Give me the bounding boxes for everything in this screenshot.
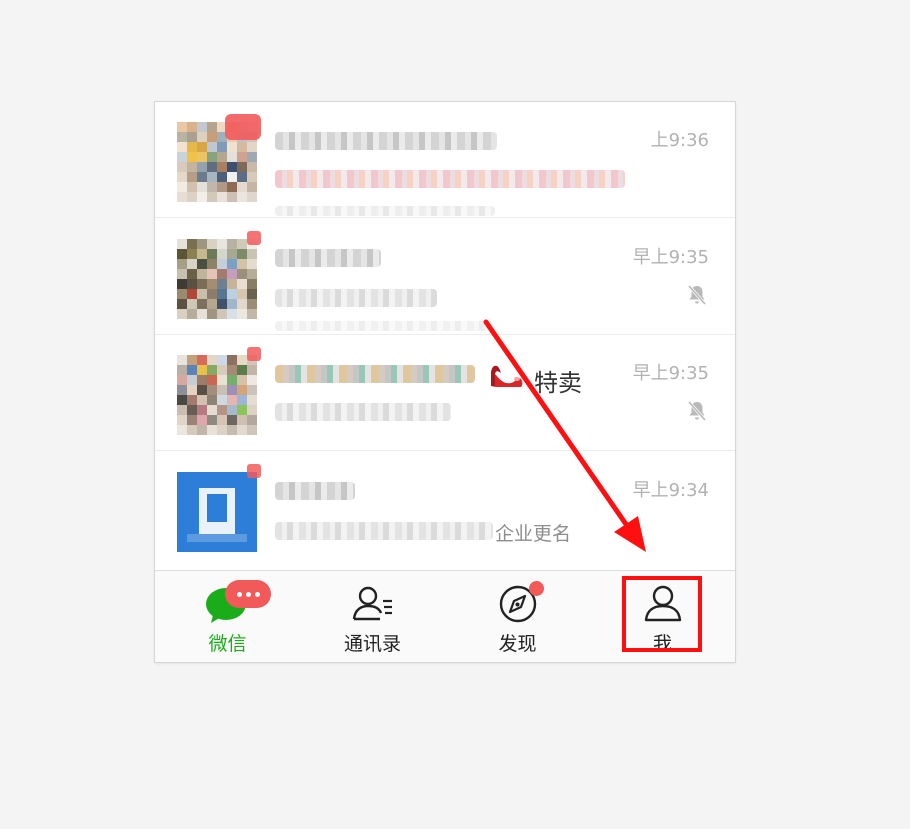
chat-list-item[interactable]: 早上9:35 [155, 219, 735, 335]
pixelated-message-preview [275, 170, 625, 188]
avatar [177, 239, 257, 319]
chat-time: 早上9:34 [632, 480, 709, 501]
annotation-highlight-box [622, 576, 702, 652]
high-heel-icon [491, 365, 523, 387]
chat-list-item[interactable]: 企业更名 早上9:34 [155, 452, 735, 568]
pixelated-message-preview [275, 403, 451, 421]
unread-dot-badge [247, 464, 261, 478]
pixelated-message-preview [275, 522, 493, 540]
chat-time: 上9:36 [650, 130, 709, 151]
tab-label: 微信 [208, 633, 247, 655]
unread-more-badge [225, 580, 271, 608]
tab-wechat[interactable]: 微信 [155, 571, 300, 662]
chat-time: 早上9:35 [632, 247, 709, 268]
pixelated-chat-name [275, 482, 355, 500]
pixelated-chat-name [275, 132, 497, 150]
tab-contacts[interactable]: 通讯录 [300, 571, 445, 662]
chat-time: 早上9:35 [632, 363, 709, 384]
pixelated-message-preview [275, 289, 437, 307]
contacts-icon [352, 586, 392, 621]
unread-badge [225, 114, 261, 140]
new-content-dot [529, 581, 544, 596]
chat-list-item[interactable]: 特卖 早上9:35 [155, 335, 735, 451]
pixelated-chat-name [275, 365, 475, 383]
tab-discover[interactable]: 发现 [445, 571, 590, 662]
mute-bell-icon [687, 285, 707, 305]
message-preview-text: 企业更名 [495, 523, 572, 545]
unread-dot-badge [247, 347, 261, 361]
pixelated-message-preview-extra [275, 206, 495, 216]
chat-name-text: 特卖 [534, 369, 582, 397]
pixelated-avatar-image [177, 239, 257, 319]
tab-label: 发现 [498, 633, 537, 655]
mute-bell-icon [687, 401, 707, 421]
pixelated-message-preview-extra [275, 321, 487, 331]
avatar [177, 472, 257, 552]
pixelated-chat-name [275, 249, 381, 267]
tab-label: 通讯录 [343, 633, 401, 655]
avatar [177, 355, 257, 435]
pixelated-avatar-image [177, 355, 257, 435]
document-app-icon [177, 472, 257, 552]
chat-list: 上9:36 早上9:35 特卖 早上9:35 企业更名 早上9:34 [155, 102, 735, 570]
unread-dot-badge [247, 231, 261, 245]
chat-list-item[interactable]: 上9:36 [155, 102, 735, 218]
